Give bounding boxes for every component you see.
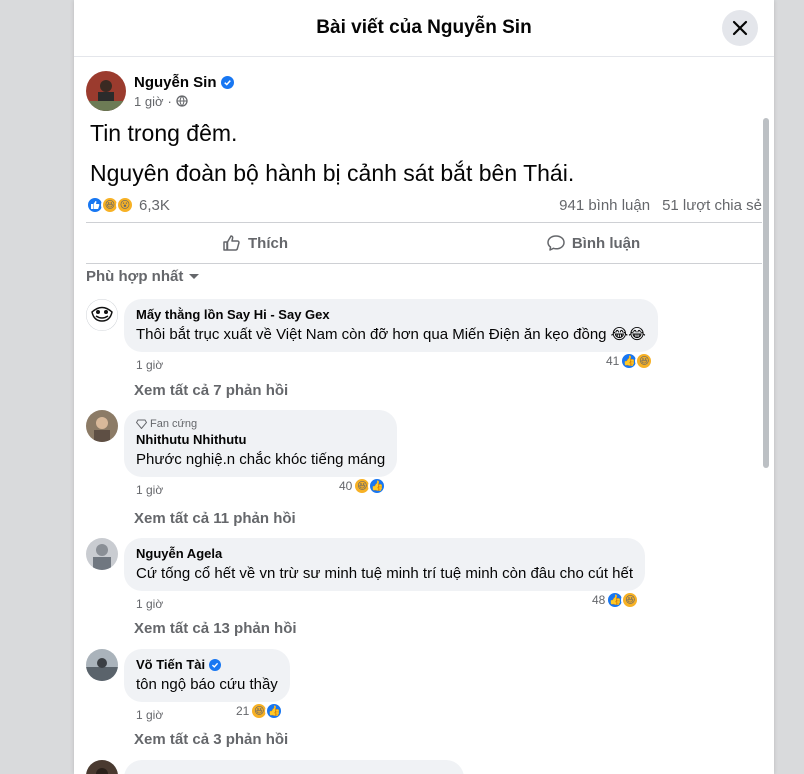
comment-author[interactable]: Nhithutu Nhithutu [136,432,246,447]
comment-reactions[interactable]: 48 👍 😆 [592,591,640,609]
comment-bubble: Mấy thằng lồn Say Hi - Say Gex Thôi bắt … [124,299,658,352]
reaction-icons[interactable]: 😆 😮 6,3K [86,196,170,214]
post-line-1: Tin trong đêm. [90,120,238,146]
comment-bubble: Fan cứng Nhithutu Nhithutu Phước nghiệ.n… [124,410,398,477]
comment-label: Bình luận [571,234,641,252]
haha-reaction-icon: 😆 [621,591,640,609]
post-modal: Bài viết của Nguyễn Sin Nguyễn Sin 1 giờ… [74,0,774,774]
comment-avatar[interactable] [86,760,118,774]
shares-count[interactable]: 51 lượt chia sẻ [662,197,762,214]
comment-time[interactable]: 1 giờ [136,597,163,611]
comment-reactions[interactable]: 40 😆 👍 [339,477,387,495]
fan-badge-label: Fan cứng [150,418,198,430]
comment-sort-dropdown[interactable]: Phù hợp nhất [86,268,200,285]
fan-badge: Fan cứng [136,418,385,430]
diamond-icon [136,419,147,429]
comment-bubble [124,760,464,774]
comment-reaction-count: 48 [592,593,606,607]
view-replies-link[interactable]: Xem tất cả 3 phản hồi [134,731,288,748]
verified-badge-icon [220,75,234,89]
comment-reaction-count: 41 [606,354,620,368]
like-button[interactable]: Thích [86,223,424,263]
comment-time[interactable]: 1 giờ [136,483,163,497]
comment-item: Nguyễn Agela Cứ tống cổ hết về vn trừ sư… [86,538,646,613]
comment-avatar[interactable] [86,649,118,681]
verified-badge-icon [209,658,222,671]
comment-text: tôn ngộ báo cứu thầy [136,676,278,693]
view-replies-link[interactable]: Xem tất cả 7 phản hồi [134,382,288,399]
modal-title: Bài viết của Nguyễn Sin [316,17,532,38]
view-replies-link[interactable]: Xem tất cả 11 phản hồi [134,510,296,527]
comment-bubble: Võ Tiến Tài tôn ngộ báo cứu thầy [124,649,290,702]
post-header: Nguyễn Sin 1 giờ · [86,71,234,111]
comment-text: Cứ tống cổ hết về vn trừ sư minh tuệ min… [136,565,634,582]
post-content: Tin trong đêm. Nguyên đoàn bộ hành bị cả… [90,120,574,200]
comment-avatar[interactable] [86,538,118,570]
comment-item: Võ Tiến Tài tôn ngộ báo cứu thầy 1 giờ 2… [86,649,290,724]
comment-avatar[interactable] [86,410,118,442]
chevron-down-icon [189,273,200,279]
modal-header: Bài viết của Nguyễn Sin [74,0,774,57]
comments-count[interactable]: 941 bình luận [559,197,650,214]
comment-button[interactable]: Bình luận [424,223,762,263]
sort-label: Phù hợp nhất [86,268,184,285]
close-icon [732,20,748,36]
comment-bubble: Nguyễn Agela Cứ tống cổ hết về vn trừ sư… [124,538,646,591]
comment-author[interactable]: Nguyễn Agela [136,546,222,561]
comment-author[interactable]: Mấy thằng lồn Say Hi - Say Gex [136,307,330,322]
comment-reactions[interactable]: 21 😆 👍 [236,702,284,720]
author-avatar[interactable] [86,71,126,111]
comment-item [86,760,464,774]
post-actions: Thích Bình luận [86,222,762,264]
comment-text: Thôi bắt trục xuất về Việt Nam còn đỡ hơ… [136,326,646,343]
comment-icon [547,235,565,251]
post-scroll-area[interactable]: Nguyễn Sin 1 giờ · Tin trong đêm. Nguyên… [74,58,774,774]
like-label: Thích [248,234,288,252]
comment-time[interactable]: 1 giờ [136,708,163,722]
comment-item: Mấy thằng lồn Say Hi - Say Gex Thôi bắt … [86,299,658,374]
comment-reactions[interactable]: 41 👍 😆 [606,352,654,370]
comment-reaction-count: 21 [236,704,250,718]
comment-item: Fan cứng Nhithutu Nhithutu Phước nghiệ.n… [86,410,398,499]
author-name[interactable]: Nguyễn Sin [134,74,217,91]
post-time[interactable]: 1 giờ [134,94,164,109]
view-replies-link[interactable]: Xem tất cả 13 phản hồi [134,620,297,637]
close-button[interactable] [722,10,758,46]
thumbs-up-icon [223,235,240,251]
haha-reaction-icon: 😆 [635,352,654,370]
like-reaction-icon: 👍 [265,702,284,720]
reactions-summary: 😆 😮 6,3K 941 bình luận 51 lượt chia sẻ [86,193,762,217]
post-line-2: Nguyên đoàn bộ hành bị cảnh sát bắt bên … [90,160,575,186]
scrollbar-thumb[interactable] [763,118,769,468]
globe-icon [176,95,188,107]
reaction-count[interactable]: 6,3K [139,197,170,214]
wow-reaction-icon: 😮 [116,196,134,214]
comment-text: Phước nghiệ.n chắc khóc tiếng máng [136,451,386,468]
comment-reaction-count: 40 [339,479,353,493]
like-reaction-icon: 👍 [368,477,387,495]
comment-author[interactable]: Võ Tiến Tài [136,657,205,672]
comment-avatar[interactable] [86,299,118,331]
comment-time[interactable]: 1 giờ [136,358,163,372]
